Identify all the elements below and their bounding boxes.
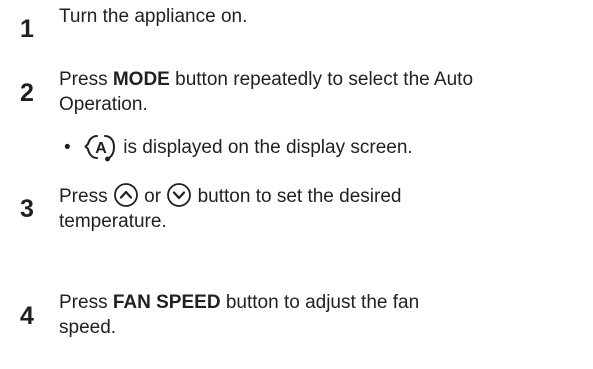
step-number: 4 bbox=[20, 302, 34, 330]
step-text: Press FAN SPEED button to adjust the fan… bbox=[59, 290, 589, 340]
chevron-up-icon bbox=[113, 182, 139, 208]
step-number: 2 bbox=[20, 79, 34, 107]
step-3-prefix: Press bbox=[59, 186, 113, 207]
step-3-suffix: button to set the desired bbox=[192, 186, 402, 207]
step-number: 1 bbox=[20, 15, 34, 43]
step-2-suffix: button repeatedly to select the Auto bbox=[169, 69, 474, 90]
bullet-text: is displayed on the display screen. bbox=[118, 137, 413, 159]
step-2-bullet: • A is displayed on the display screen. bbox=[64, 133, 413, 163]
step-text: Turn the appliance on. bbox=[59, 4, 589, 29]
step-4-line2: speed. bbox=[59, 317, 117, 338]
fan-speed-button-label: FAN SPEED bbox=[112, 292, 221, 313]
step-4-prefix: Press bbox=[59, 292, 113, 313]
step-number: 3 bbox=[20, 195, 34, 223]
step-1-text: Turn the appliance on. bbox=[59, 6, 248, 27]
mode-button-label: MODE bbox=[112, 69, 170, 90]
step-text: Press MODE button repeatedly to select t… bbox=[59, 67, 589, 117]
auto-mode-letter: A bbox=[95, 140, 107, 157]
chevron-down-icon bbox=[166, 182, 192, 208]
step-2-prefix: Press bbox=[59, 69, 113, 90]
step-3-or: or bbox=[138, 186, 167, 207]
step-3-line2: temperature. bbox=[59, 211, 167, 232]
step-2-line2: Operation. bbox=[59, 94, 148, 115]
step-4-suffix: button to adjust the fan bbox=[220, 292, 420, 313]
step-text: Press or button to set the desired tempe… bbox=[59, 182, 589, 234]
bullet-symbol: • bbox=[64, 137, 71, 159]
auto-mode-icon: A bbox=[84, 133, 118, 163]
